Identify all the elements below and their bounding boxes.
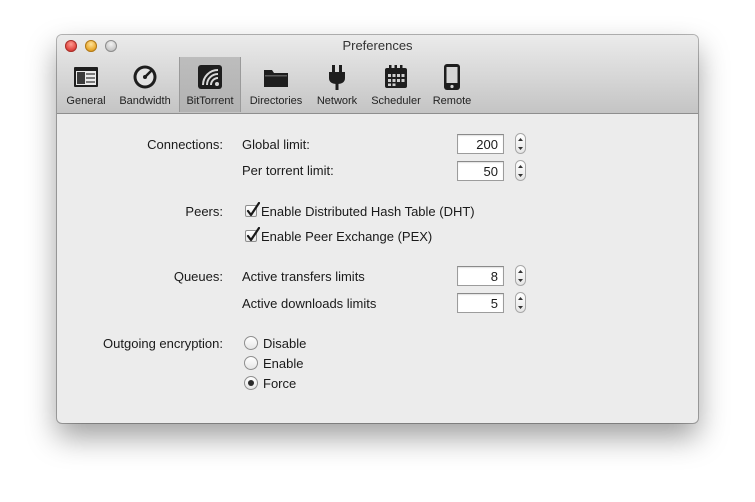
encryption-radio-disable[interactable]: [244, 336, 258, 350]
tab-scheduler[interactable]: Scheduler: [366, 57, 426, 112]
active-transfers-stepper[interactable]: [515, 265, 526, 286]
checkmark-icon: [246, 227, 260, 242]
stepper-up-icon[interactable]: [516, 267, 525, 276]
bittorrent-icon: [195, 62, 225, 92]
tab-network-label: Network: [316, 95, 358, 107]
stepper-up-icon[interactable]: [516, 162, 525, 171]
connections-section-label: Connections:: [147, 137, 223, 152]
tab-bittorrent-label: BitTorrent: [186, 95, 234, 107]
tab-general-label: General: [66, 95, 106, 107]
preferences-window: Preferences General Bandwidth BitTorrent…: [57, 35, 698, 423]
queues-section-label: Queues:: [173, 269, 223, 284]
stepper-up-icon[interactable]: [516, 294, 525, 303]
dht-label[interactable]: Enable Distributed Hash Table (DHT): [261, 204, 475, 219]
encryption-option-disable[interactable]: Disable: [263, 336, 306, 351]
tab-directories[interactable]: Directories: [244, 57, 308, 112]
tab-remote[interactable]: Remote: [429, 57, 475, 112]
dht-checkbox[interactable]: [245, 202, 260, 217]
active-downloads-field[interactable]: 5: [457, 293, 504, 313]
gauge-icon: [130, 62, 160, 92]
active-transfers-field[interactable]: 8: [457, 266, 504, 286]
stepper-down-icon[interactable]: [516, 144, 525, 153]
pex-checkbox[interactable]: [245, 227, 260, 242]
tab-bandwidth-label: Bandwidth: [119, 95, 171, 107]
stepper-down-icon[interactable]: [516, 171, 525, 180]
folder-icon: [261, 62, 291, 92]
stepper-up-icon[interactable]: [516, 135, 525, 144]
radio-selected-dot: [248, 380, 254, 386]
global-limit-stepper[interactable]: [515, 133, 526, 154]
stepper-down-icon[interactable]: [516, 276, 525, 285]
tab-remote-label: Remote: [432, 95, 472, 107]
tab-bittorrent[interactable]: BitTorrent: [179, 57, 241, 112]
stepper-down-icon[interactable]: [516, 303, 525, 312]
active-downloads-stepper[interactable]: [515, 292, 526, 313]
checkmark-icon: [246, 202, 260, 217]
tab-directories-label: Directories: [249, 95, 303, 107]
global-limit-field[interactable]: 200: [457, 134, 504, 154]
tab-bandwidth[interactable]: Bandwidth: [114, 57, 176, 112]
device-icon: [437, 62, 467, 92]
encryption-radio-enable[interactable]: [244, 356, 258, 370]
tab-general[interactable]: General: [63, 57, 109, 112]
peers-section-label: Peers:: [185, 204, 223, 219]
per-torrent-limit-label: Per torrent limit:: [242, 163, 334, 178]
encryption-section-label: Outgoing encryption:: [103, 336, 223, 351]
tab-network[interactable]: Network: [311, 57, 363, 112]
pex-label[interactable]: Enable Peer Exchange (PEX): [261, 229, 432, 244]
calendar-icon: [381, 62, 411, 92]
encryption-option-force[interactable]: Force: [263, 376, 296, 391]
encryption-option-enable[interactable]: Enable: [263, 356, 303, 371]
active-downloads-label: Active downloads limits: [242, 296, 377, 311]
tab-scheduler-label: Scheduler: [371, 95, 421, 107]
titlebar: Preferences General Bandwidth BitTorrent…: [57, 35, 698, 114]
global-limit-label: Global limit:: [242, 137, 310, 152]
active-transfers-label: Active transfers limits: [242, 269, 365, 284]
general-window-icon: [71, 62, 101, 92]
encryption-radio-force[interactable]: [244, 376, 258, 390]
per-torrent-limit-field[interactable]: 50: [457, 161, 504, 181]
plug-icon: [322, 62, 352, 92]
window-title: Preferences: [342, 38, 413, 53]
per-torrent-limit-stepper[interactable]: [515, 160, 526, 181]
